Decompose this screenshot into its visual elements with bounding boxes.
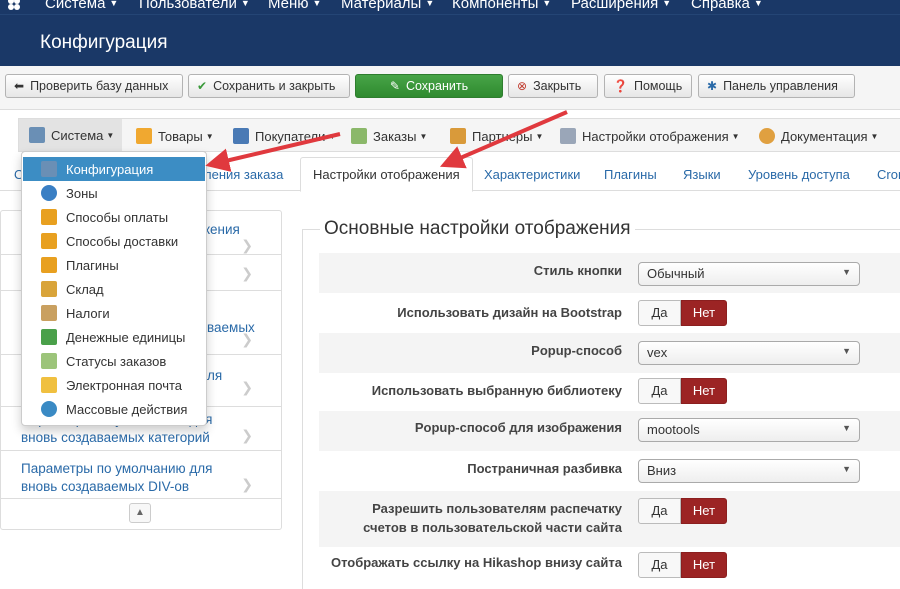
close-circle-icon: ⊗ xyxy=(517,79,528,93)
tab-languages[interactable]: Языки xyxy=(683,167,721,182)
chevron-down-icon: ▼ xyxy=(842,464,851,474)
tab-characteristics[interactable]: Характеристики xyxy=(484,167,580,182)
globe-icon xyxy=(41,185,57,201)
scroll-to-top-button[interactable]: ▲ xyxy=(129,503,151,523)
partners-icon xyxy=(450,128,466,144)
menu-components[interactable]: Компоненты ▼ xyxy=(452,0,551,12)
tab-cron[interactable]: Cron xyxy=(877,167,900,182)
submenu-documentation[interactable]: Документация ▼ xyxy=(759,128,878,144)
display-icon xyxy=(560,128,576,144)
products-icon xyxy=(136,128,152,144)
menu-content[interactable]: Материалы ▼ xyxy=(341,0,434,12)
setting-row: Popup-способ для изображения mootools ▼ xyxy=(319,411,900,451)
dropdown-item-currencies[interactable]: Денежные единицы xyxy=(23,325,205,349)
image-popup-method-select[interactable]: mootools ▼ xyxy=(638,418,860,442)
submenu-customers[interactable]: Покупатели ▼ xyxy=(233,128,336,144)
edit-icon: ✎ xyxy=(389,79,400,93)
page-title: Конфигурация xyxy=(40,32,168,53)
submenu-orders[interactable]: Заказы ▼ xyxy=(351,128,427,144)
dropdown-item-mass-actions[interactable]: Массовые действия xyxy=(23,397,205,421)
save-button[interactable]: ✎ Сохранить xyxy=(355,74,503,98)
dropdown-item-email[interactable]: Электронная почта xyxy=(23,373,205,397)
chevron-down-icon: ▼ xyxy=(842,346,851,356)
dropdown-item-configuration[interactable]: Конфигурация xyxy=(23,157,205,181)
submenu-products[interactable]: Товары ▼ xyxy=(136,128,214,144)
allow-invoice-print-toggle[interactable]: Да Нет xyxy=(638,498,727,524)
check-database-button[interactable]: ⬅ Проверить базу данных xyxy=(5,74,183,98)
tab-display-settings[interactable]: Настройки отображения xyxy=(300,157,473,192)
setting-row: Отображать ссылку на Hikashop внизу сайт… xyxy=(319,547,900,578)
admin-top-menu: Система ▼ Пользователи ▼ Меню ▼ Материалы ▼ … xyxy=(0,0,900,14)
orders-icon xyxy=(351,128,367,144)
tab-order-processing[interactable]: ления заказа xyxy=(204,167,283,182)
users-icon xyxy=(233,128,249,144)
setting-row: Стиль кнопки Обычный ▼ xyxy=(319,253,900,293)
section-title: Основные настройки отображения xyxy=(320,218,635,240)
menu-system[interactable]: Система ▼ xyxy=(45,0,118,12)
order-status-icon xyxy=(41,353,57,369)
pagination-select[interactable]: Вниз ▼ xyxy=(638,459,860,483)
submenu-partners[interactable]: Партнеры ▼ xyxy=(450,128,543,144)
chevron-right-icon: ❯ xyxy=(241,237,253,253)
arrow-left-icon: ⬅ xyxy=(14,79,25,93)
menu-menus[interactable]: Меню ▼ xyxy=(268,0,321,12)
submenu-system[interactable]: Система ▼ xyxy=(19,119,123,151)
use-selected-library-toggle[interactable]: Да Нет xyxy=(638,378,727,404)
bootstrap-design-toggle[interactable]: Да Нет xyxy=(638,300,727,326)
popup-method-select[interactable]: vex ▼ xyxy=(638,341,860,365)
puzzle-icon xyxy=(41,233,57,249)
question-circle-icon: ❓ xyxy=(613,79,628,93)
dropdown-item-warehouse[interactable]: Склад xyxy=(23,277,205,301)
asterisk-icon: ✱ xyxy=(707,79,718,93)
puzzle-icon xyxy=(41,209,57,225)
eject-icon: ▲ xyxy=(135,507,145,518)
close-button[interactable]: ⊗ Закрыть xyxy=(508,74,598,98)
help-button[interactable]: ❓ Помощь xyxy=(604,74,692,98)
dropdown-item-taxes[interactable]: Налоги xyxy=(23,301,205,325)
chevron-down-icon: ▼ xyxy=(842,423,851,433)
currency-icon xyxy=(41,329,57,345)
chevron-right-icon: ❯ xyxy=(241,476,253,492)
checkmark-icon: ✔ xyxy=(197,79,208,93)
bank-icon xyxy=(41,305,57,321)
dropdown-item-shipping-methods[interactable]: Способы доставки xyxy=(23,229,205,253)
mass-action-icon xyxy=(41,401,57,417)
button-style-select[interactable]: Обычный ▼ xyxy=(638,262,860,286)
side-nav-item[interactable]: Параметры по умолчанию для вновь создава… xyxy=(1,451,281,499)
setting-row: Использовать дизайн на Bootstrap Да Нет xyxy=(319,293,900,333)
system-dropdown-menu: Конфигурация Зоны Способы оплаты Способы… xyxy=(21,151,207,426)
tab-plugins[interactable]: Плагины xyxy=(604,167,657,182)
setting-row: Разрешить пользователям распечатку счето… xyxy=(319,491,900,547)
chevron-right-icon: ❯ xyxy=(241,427,253,443)
envelope-icon xyxy=(41,377,57,393)
puzzle-icon xyxy=(41,257,57,273)
wrench-icon xyxy=(41,161,57,177)
chevron-right-icon: ❯ xyxy=(241,331,253,347)
menu-users[interactable]: Пользователи ▼ xyxy=(139,0,250,12)
chevron-right-icon: ❯ xyxy=(241,265,253,281)
chevron-down-icon: ▼ xyxy=(842,267,851,277)
warehouse-icon xyxy=(41,281,57,297)
menu-extensions[interactable]: Расширения ▼ xyxy=(571,0,671,12)
save-and-close-button[interactable]: ✔ Сохранить и закрыть xyxy=(188,74,350,98)
title-bar: Конфигурация xyxy=(0,14,900,66)
component-submenu: Система ▼ Товары ▼ Покупатели ▼ Заказы ▼ Пар… xyxy=(18,118,900,152)
setting-row: Постраничная разбивка Вниз ▼ xyxy=(319,451,900,491)
dropdown-item-order-statuses[interactable]: Статусы заказов xyxy=(23,349,205,373)
dropdown-item-plugins[interactable]: Плагины xyxy=(23,253,205,277)
dropdown-item-zones[interactable]: Зоны xyxy=(23,181,205,205)
wrench-icon xyxy=(29,127,45,143)
setting-row: Popup-способ vex ▼ xyxy=(319,333,900,373)
setting-row: Использовать выбранную библиотеку Да Нет xyxy=(319,373,900,411)
show-hikashop-link-toggle[interactable]: Да Нет xyxy=(638,552,727,578)
control-panel-button[interactable]: ✱ Панель управления xyxy=(698,74,855,98)
dropdown-item-payment-methods[interactable]: Способы оплаты xyxy=(23,205,205,229)
tab-access-level[interactable]: Уровень доступа xyxy=(748,167,850,182)
lifebuoy-icon xyxy=(759,128,775,144)
joomla-logo-icon[interactable] xyxy=(6,0,22,12)
chevron-right-icon: ❯ xyxy=(241,379,253,395)
toolbar: ⬅ Проверить базу данных ✔ Сохранить и закр… xyxy=(0,66,900,110)
menu-help[interactable]: Справка ▼ xyxy=(691,0,763,12)
submenu-display[interactable]: Настройки отображения ▼ xyxy=(560,128,740,144)
